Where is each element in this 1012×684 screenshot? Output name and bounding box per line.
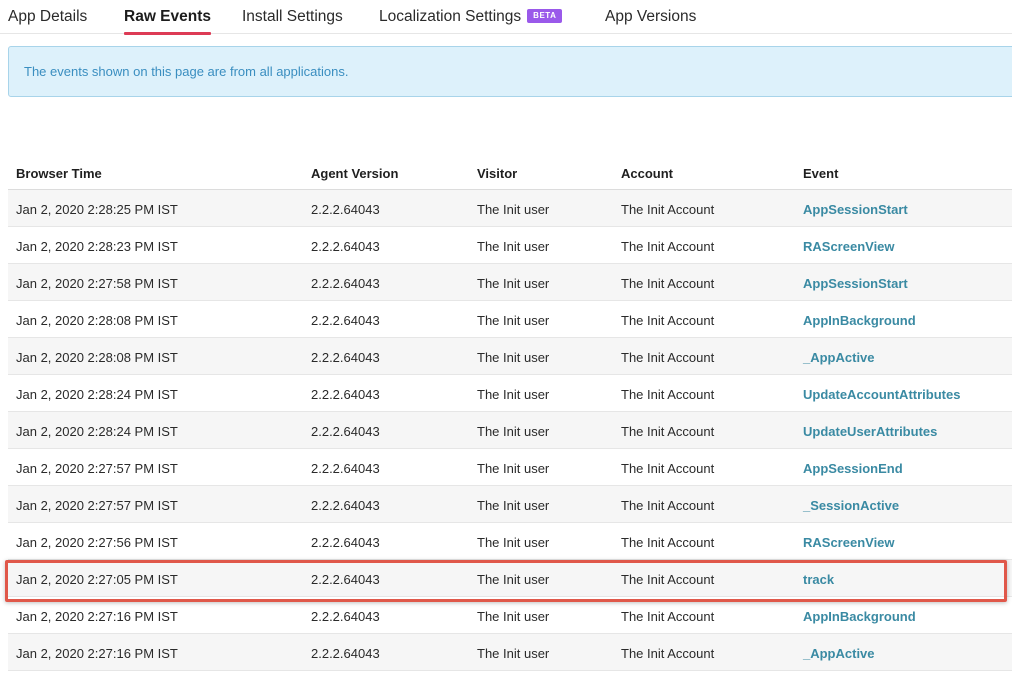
tab-bar: App Details Raw Events Install Settings … — [0, 0, 1012, 35]
cell-event[interactable]: AppInBackground — [803, 313, 916, 328]
header-event[interactable]: Event — [803, 166, 838, 181]
table-row[interactable]: Jan 2, 2020 2:28:23 PM IST 2.2.2.64043 The… — [8, 227, 1012, 264]
cell-account: The Init Account — [621, 609, 715, 624]
table-row[interactable]: Jan 2, 2020 2:27:56 PM IST 2.2.2.64043 The… — [8, 523, 1012, 560]
cell-visitor: The Init user — [477, 572, 550, 587]
table-row[interactable]: Jan 2, 2020 2:27:57 PM IST 2.2.2.64043 The… — [8, 449, 1012, 486]
cell-account: The Init Account — [621, 276, 715, 291]
cell-visitor: The Init user — [477, 313, 550, 328]
cell-account: The Init Account — [621, 572, 715, 587]
cell-event[interactable]: AppInBackground — [803, 609, 916, 624]
cell-account: The Init Account — [621, 498, 715, 513]
cell-browser-time: Jan 2, 2020 2:28:08 PM IST — [16, 350, 178, 365]
cell-event[interactable]: _SessionActive — [803, 498, 899, 513]
beta-badge: BETA — [527, 9, 563, 23]
tab-app-details[interactable]: App Details — [8, 8, 87, 34]
cell-visitor: The Init user — [477, 461, 550, 476]
table-body: Jan 2, 2020 2:28:25 PM IST 2.2.2.64043 The… — [8, 190, 1012, 671]
cell-visitor: The Init user — [477, 535, 550, 550]
tab-app-versions[interactable]: App Versions — [605, 8, 696, 34]
tab-localization-settings[interactable]: Localization Settings BETA — [379, 8, 563, 34]
header-visitor[interactable]: Visitor — [477, 166, 517, 181]
cell-browser-time: Jan 2, 2020 2:27:58 PM IST — [16, 276, 178, 291]
cell-agent-version: 2.2.2.64043 — [311, 498, 380, 513]
cell-account: The Init Account — [621, 461, 715, 476]
cell-browser-time: Jan 2, 2020 2:27:05 PM IST — [16, 572, 178, 587]
tab-raw-events[interactable]: Raw Events — [124, 8, 212, 35]
table-row[interactable]: Jan 2, 2020 2:28:25 PM IST 2.2.2.64043 The… — [8, 190, 1012, 227]
cell-account: The Init Account — [621, 202, 715, 217]
table-row[interactable]: Jan 2, 2020 2:28:08 PM IST 2.2.2.64043 The… — [8, 301, 1012, 338]
header-browser-time[interactable]: Browser Time — [16, 166, 102, 181]
cell-account: The Init Account — [621, 535, 715, 550]
cell-browser-time: Jan 2, 2020 2:28:23 PM IST — [16, 239, 178, 254]
cell-visitor: The Init user — [477, 498, 550, 513]
cell-browser-time: Jan 2, 2020 2:27:16 PM IST — [16, 646, 178, 661]
tab-install-settings[interactable]: Install Settings — [242, 8, 343, 34]
cell-event[interactable]: track — [803, 572, 834, 587]
cell-visitor: The Init user — [477, 387, 550, 402]
tab-localization-label: Localization Settings — [379, 8, 522, 25]
cell-browser-time: Jan 2, 2020 2:27:56 PM IST — [16, 535, 178, 550]
cell-account: The Init Account — [621, 387, 715, 402]
cell-event[interactable]: RAScreenView — [803, 239, 895, 254]
cell-browser-time: Jan 2, 2020 2:28:25 PM IST — [16, 202, 178, 217]
cell-agent-version: 2.2.2.64043 — [311, 646, 380, 661]
raw-events-page: App Details Raw Events Install Settings … — [0, 0, 1012, 684]
table-row[interactable]: Jan 2, 2020 2:27:16 PM IST 2.2.2.64043 The… — [8, 634, 1012, 671]
cell-event[interactable]: _AppActive — [803, 646, 875, 661]
cell-event[interactable]: _AppActive — [803, 350, 875, 365]
header-agent-version[interactable]: Agent Version — [311, 166, 398, 181]
raw-events-table: Browser Time Agent Version Visitor Accou… — [8, 154, 1012, 671]
cell-browser-time: Jan 2, 2020 2:28:24 PM IST — [16, 387, 178, 402]
cell-browser-time: Jan 2, 2020 2:27:57 PM IST — [16, 498, 178, 513]
cell-account: The Init Account — [621, 350, 715, 365]
cell-event[interactable]: UpdateAccountAttributes — [803, 387, 960, 402]
cell-agent-version: 2.2.2.64043 — [311, 387, 380, 402]
cell-agent-version: 2.2.2.64043 — [311, 572, 380, 587]
cell-event[interactable]: UpdateUserAttributes — [803, 424, 937, 439]
cell-visitor: The Init user — [477, 239, 550, 254]
table-row[interactable]: Jan 2, 2020 2:28:24 PM IST 2.2.2.64043 The… — [8, 375, 1012, 412]
cell-visitor: The Init user — [477, 350, 550, 365]
table-row[interactable]: Jan 2, 2020 2:27:57 PM IST 2.2.2.64043 The… — [8, 486, 1012, 523]
cell-agent-version: 2.2.2.64043 — [311, 239, 380, 254]
cell-account: The Init Account — [621, 646, 715, 661]
cell-agent-version: 2.2.2.64043 — [311, 313, 380, 328]
table-row[interactable]: Jan 2, 2020 2:28:24 PM IST 2.2.2.64043 The… — [8, 412, 1012, 449]
header-account[interactable]: Account — [621, 166, 673, 181]
cell-browser-time: Jan 2, 2020 2:28:24 PM IST — [16, 424, 178, 439]
table-row[interactable]: Jan 2, 2020 2:27:16 PM IST 2.2.2.64043 The… — [8, 597, 1012, 634]
cell-agent-version: 2.2.2.64043 — [311, 424, 380, 439]
cell-agent-version: 2.2.2.64043 — [311, 461, 380, 476]
cell-account: The Init Account — [621, 313, 715, 328]
cell-visitor: The Init user — [477, 202, 550, 217]
cell-visitor: The Init user — [477, 609, 550, 624]
cell-browser-time: Jan 2, 2020 2:27:16 PM IST — [16, 609, 178, 624]
table-row[interactable]: Jan 2, 2020 2:28:08 PM IST 2.2.2.64043 The… — [8, 338, 1012, 375]
cell-account: The Init Account — [621, 424, 715, 439]
cell-browser-time: Jan 2, 2020 2:28:08 PM IST — [16, 313, 178, 328]
cell-agent-version: 2.2.2.64043 — [311, 202, 380, 217]
info-banner-text: The events shown on this page are from a… — [24, 64, 349, 79]
cell-account: The Init Account — [621, 239, 715, 254]
cell-agent-version: 2.2.2.64043 — [311, 609, 380, 624]
cell-event[interactable]: AppSessionEnd — [803, 461, 903, 476]
cell-agent-version: 2.2.2.64043 — [311, 350, 380, 365]
table-row[interactable]: Jan 2, 2020 2:27:58 PM IST 2.2.2.64043 The… — [8, 264, 1012, 301]
cell-agent-version: 2.2.2.64043 — [311, 535, 380, 550]
cell-event[interactable]: AppSessionStart — [803, 202, 908, 217]
cell-visitor: The Init user — [477, 276, 550, 291]
cell-visitor: The Init user — [477, 424, 550, 439]
cell-visitor: The Init user — [477, 646, 550, 661]
cell-agent-version: 2.2.2.64043 — [311, 276, 380, 291]
cell-event[interactable]: RAScreenView — [803, 535, 895, 550]
info-banner: The events shown on this page are from a… — [8, 46, 1012, 97]
table-row-highlighted[interactable]: Jan 2, 2020 2:27:05 PM IST 2.2.2.64043 The… — [8, 560, 1012, 597]
table-header: Browser Time Agent Version Visitor Accou… — [8, 154, 1012, 190]
cell-event[interactable]: AppSessionStart — [803, 276, 908, 291]
cell-browser-time: Jan 2, 2020 2:27:57 PM IST — [16, 461, 178, 476]
